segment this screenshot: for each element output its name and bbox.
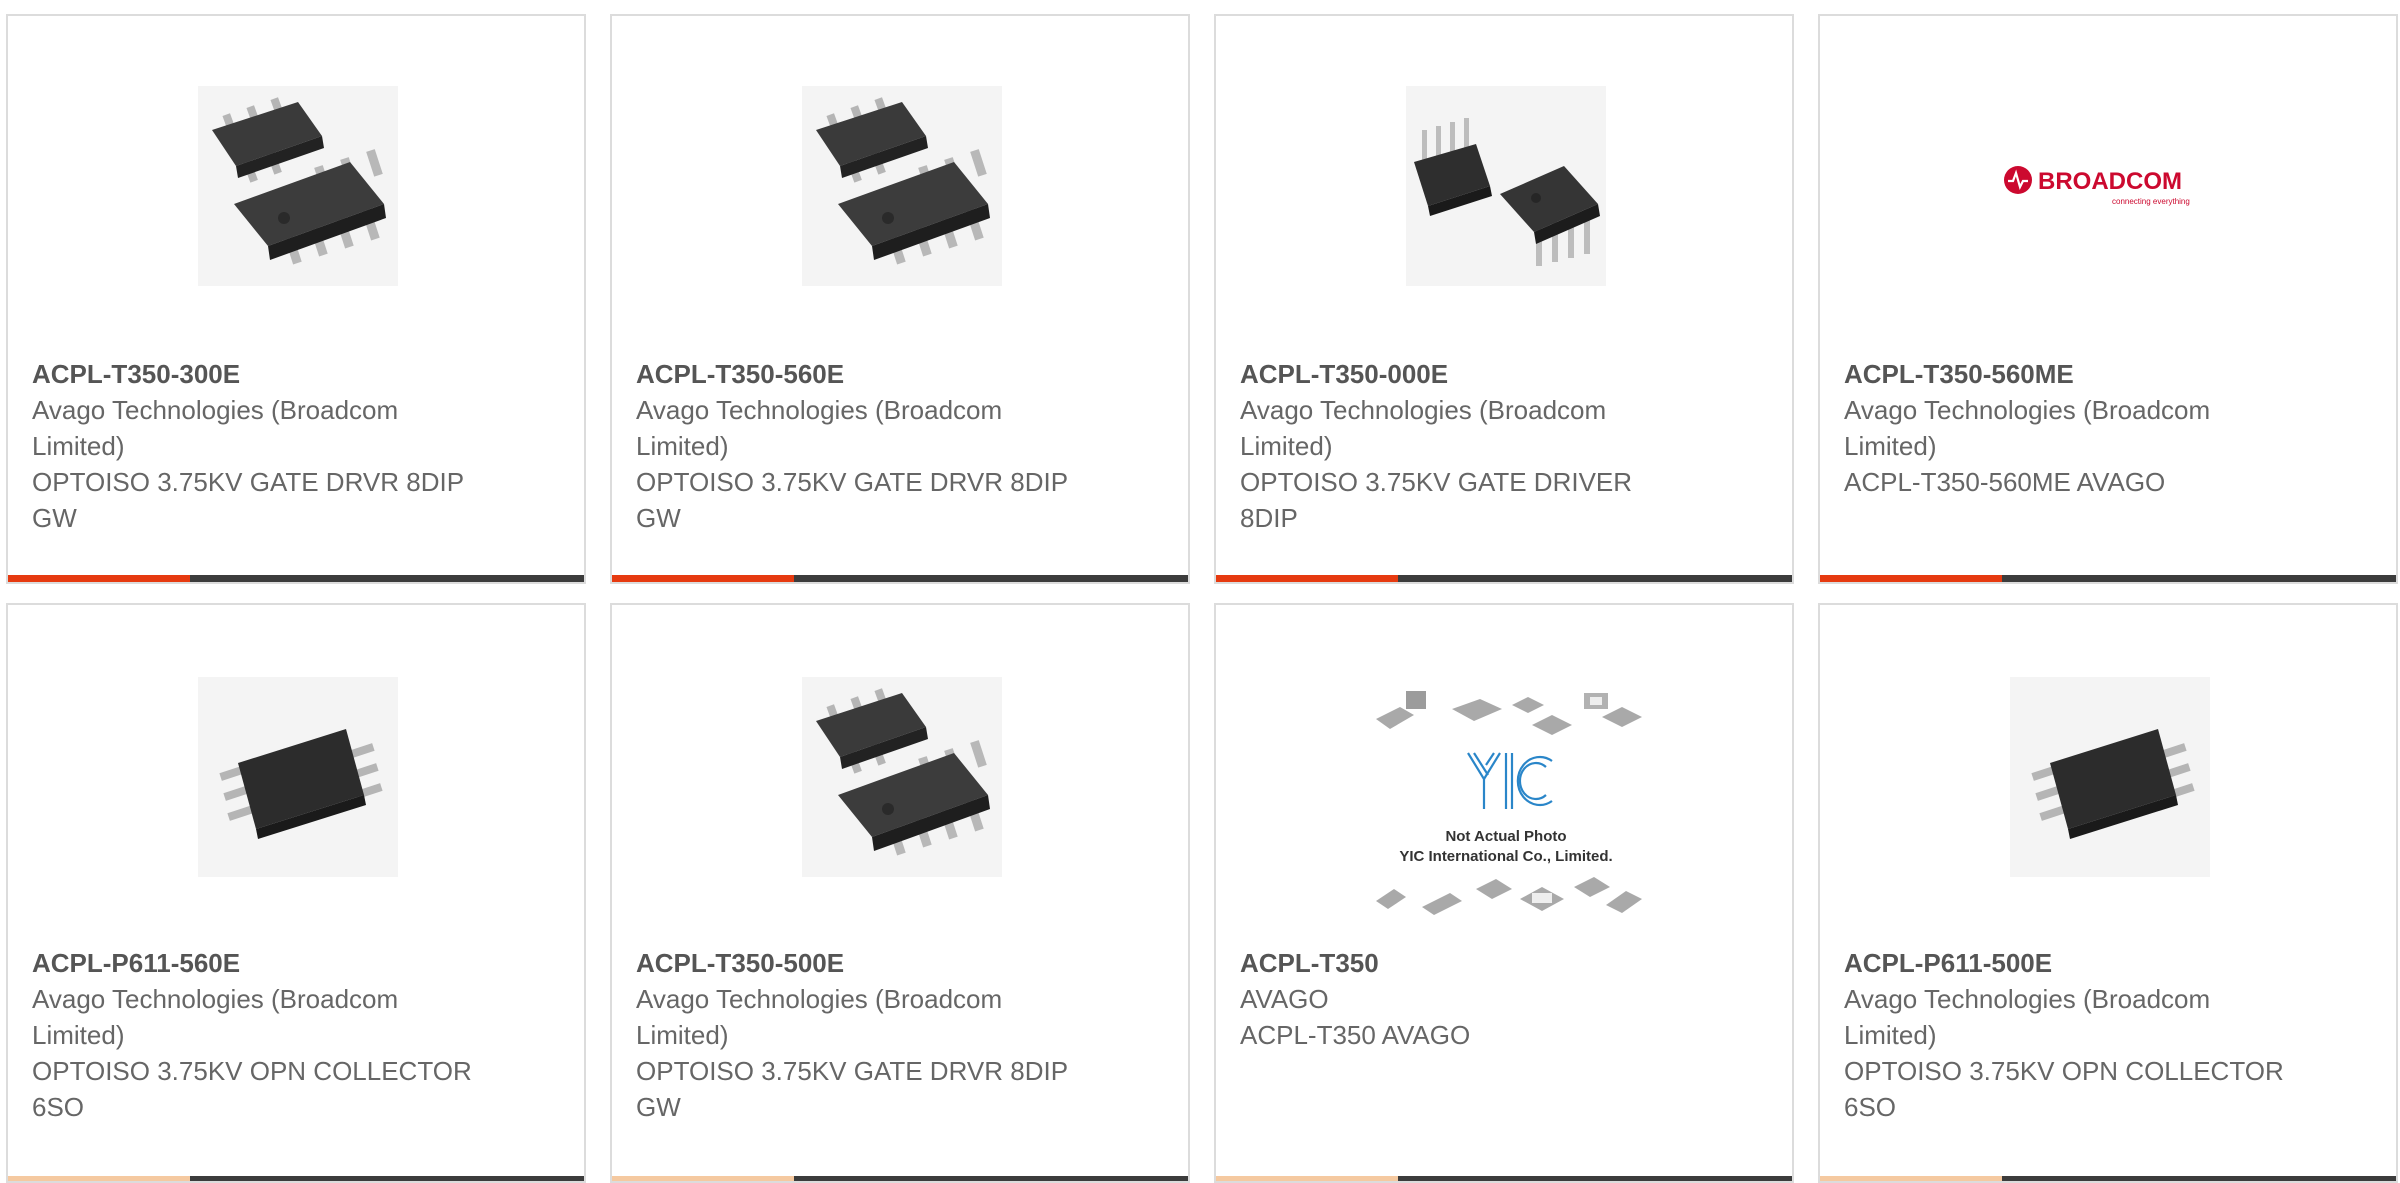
smd-chip-pair-image[interactable]: [198, 86, 398, 286]
smd-chip-pair-image[interactable]: [802, 677, 1002, 877]
product-info: ACPL-T350-560E Avago Technologies (Broad…: [636, 356, 1168, 536]
card-accent-bar: [612, 575, 1188, 582]
card-accent-bar: [1820, 575, 2396, 582]
product-info: ACPL-T350-500E Avago Technologies (Broad…: [636, 945, 1168, 1125]
part-number[interactable]: ACPL-P611-560E: [32, 945, 564, 981]
part-number[interactable]: ACPL-T350-500E: [636, 945, 1168, 981]
so6-chip-image[interactable]: [2010, 677, 2210, 877]
broadcom-logo[interactable]: BROADCOM connecting everything: [2000, 86, 2220, 286]
part-number[interactable]: ACPL-T350-560ME: [1844, 356, 2376, 392]
placeholder-company: YIC International Co., Limited.: [1399, 848, 1612, 865]
manufacturer: Avago Technologies (Broadcom Limited): [1240, 395, 1607, 461]
product-info: ACPL-T350 AVAGO ACPL-T350 AVAGO: [1240, 945, 1772, 1053]
product-grid: ACPL-T350-300E Avago Technologies (Broad…: [0, 0, 2400, 1183]
description: OPTOISO 3.75KV OPN COLLECTOR 6SO: [32, 1056, 472, 1122]
description: OPTOISO 3.75KV OPN COLLECTOR 6SO: [1844, 1056, 2284, 1122]
manufacturer: AVAGO: [1240, 984, 1329, 1014]
product-card[interactable]: ACPL-T350-000E Avago Technologies (Broad…: [1214, 14, 1794, 584]
card-accent-bar: [8, 1176, 584, 1181]
product-card[interactable]: ACPL-T350-300E Avago Technologies (Broad…: [6, 14, 586, 584]
description: ACPL-T350 AVAGO: [1240, 1020, 1471, 1050]
part-number[interactable]: ACPL-T350: [1240, 945, 1772, 981]
card-accent-bar: [8, 575, 584, 582]
product-card[interactable]: ACPL-P611-560E Avago Technologies (Broad…: [6, 603, 586, 1183]
description: ACPL-T350-560ME AVAGO: [1844, 467, 2166, 497]
product-info: ACPL-T350-000E Avago Technologies (Broad…: [1240, 356, 1772, 536]
product-card[interactable]: ACPL-T350-560E Avago Technologies (Broad…: [610, 14, 1190, 584]
description: OPTOISO 3.75KV GATE DRVR 8DIP GW: [636, 467, 1068, 533]
manufacturer: Avago Technologies (Broadcom Limited): [636, 395, 1003, 461]
card-accent-bar: [1216, 575, 1792, 582]
logo-text: BROADCOM: [2038, 168, 2182, 195]
smd-chip-pair-image[interactable]: [802, 86, 1002, 286]
part-number[interactable]: ACPL-T350-000E: [1240, 356, 1772, 392]
product-card[interactable]: ACPL-P611-500E Avago Technologies (Broad…: [1818, 603, 2398, 1183]
product-info: ACPL-T350-300E Avago Technologies (Broad…: [32, 356, 564, 536]
manufacturer: Avago Technologies (Broadcom Limited): [32, 984, 399, 1050]
product-info: ACPL-T350-560ME Avago Technologies (Broa…: [1844, 356, 2376, 500]
yic-placeholder-image[interactable]: Not Actual Photo YIC International Co., …: [1366, 685, 1646, 925]
manufacturer: Avago Technologies (Broadcom Limited): [1844, 984, 2211, 1050]
placeholder-caption: Not Actual Photo: [1445, 828, 1566, 845]
product-card[interactable]: BROADCOM connecting everything ACPL-T350…: [1818, 14, 2398, 584]
part-number[interactable]: ACPL-T350-560E: [636, 356, 1168, 392]
description: OPTOISO 3.75KV GATE DRIVER 8DIP: [1240, 467, 1633, 533]
manufacturer: Avago Technologies (Broadcom Limited): [32, 395, 399, 461]
description: OPTOISO 3.75KV GATE DRVR 8DIP GW: [32, 467, 464, 533]
product-info: ACPL-P611-560E Avago Technologies (Broad…: [32, 945, 564, 1125]
product-card[interactable]: Not Actual Photo YIC International Co., …: [1214, 603, 1794, 1183]
card-accent-bar: [1216, 1176, 1792, 1181]
description: OPTOISO 3.75KV GATE DRVR 8DIP GW: [636, 1056, 1068, 1122]
product-info: ACPL-P611-500E Avago Technologies (Broad…: [1844, 945, 2376, 1125]
so6-chip-image[interactable]: [198, 677, 398, 877]
product-card[interactable]: ACPL-T350-500E Avago Technologies (Broad…: [610, 603, 1190, 1183]
logo-tagline: connecting everything: [2112, 197, 2190, 206]
dip-chip-pair-image[interactable]: [1406, 86, 1606, 286]
manufacturer: Avago Technologies (Broadcom Limited): [636, 984, 1003, 1050]
card-accent-bar: [612, 1176, 1188, 1181]
card-accent-bar: [1820, 1176, 2396, 1181]
part-number[interactable]: ACPL-T350-300E: [32, 356, 564, 392]
part-number[interactable]: ACPL-P611-500E: [1844, 945, 2376, 981]
manufacturer: Avago Technologies (Broadcom Limited): [1844, 395, 2211, 461]
